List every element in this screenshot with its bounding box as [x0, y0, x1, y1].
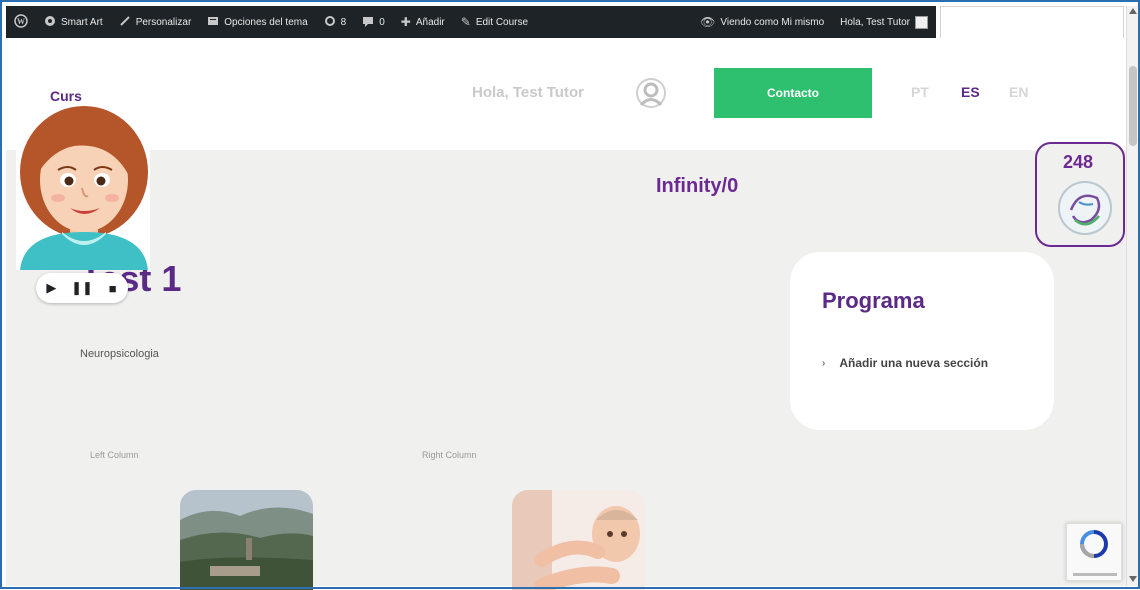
eye-icon: 👁 [700, 15, 716, 29]
language-en[interactable]: EN [1009, 84, 1028, 100]
admin-bar-comments[interactable]: 0 [354, 6, 393, 38]
admin-bar-theme-options[interactable]: Opciones del tema [199, 6, 315, 38]
admin-bar-wordpress[interactable]: W [6, 6, 36, 38]
course-subject: Neuropsicologia [80, 348, 159, 360]
brand-logo-icon [1058, 181, 1112, 235]
recaptcha-badge[interactable] [1066, 523, 1122, 581]
program-list-item[interactable]: › Añadir una nueva sección [822, 356, 1002, 370]
audio-player: ▶ ❚❚ ■ [36, 273, 128, 303]
user-avatar-icon[interactable] [636, 78, 666, 108]
wordpress-icon: W [14, 14, 28, 30]
recaptcha-footer [1073, 573, 1117, 576]
baby-image[interactable] [512, 490, 645, 590]
chevron-right-icon: › [822, 358, 826, 369]
admin-bar-greeting: Hola, Test Tutor [840, 16, 910, 28]
svg-text:W: W [17, 17, 25, 26]
counter-number: 248 [1063, 152, 1094, 172]
recaptcha-icon [1080, 530, 1108, 558]
pause-button[interactable]: ❚❚ [71, 277, 93, 299]
admin-bar-updates[interactable]: 8 [316, 6, 355, 38]
user-avatar-icon [915, 15, 928, 29]
admin-bar-add-new[interactable]: ✚ Añadir [393, 6, 453, 38]
pencil-icon: ✎ [460, 15, 471, 29]
brush-icon [119, 15, 131, 29]
scroll-thumb[interactable] [1129, 66, 1137, 146]
play-button[interactable]: ▶ [40, 277, 62, 299]
admin-bar-edit-course[interactable]: ✎ Edit Course [453, 6, 536, 38]
tutor-avatar-icon [16, 106, 150, 270]
comment-icon [362, 15, 374, 29]
header-greeting: Hola, Test Tutor [472, 84, 584, 101]
contact-button[interactable]: Contacto [714, 68, 872, 118]
admin-bar-view-as[interactable]: 👁 Viendo como Mi mismo [692, 6, 832, 38]
left-column-label: Left Column [90, 450, 139, 460]
theme-options-icon [207, 15, 219, 29]
program-card: Programa › Añadir una nueva sección [790, 252, 1054, 430]
admin-bar: W Smart Art Personalizar Opciones del te… [6, 6, 936, 38]
updates-icon [324, 15, 336, 29]
admin-bar-site[interactable]: Smart Art [36, 6, 111, 38]
landscape-image[interactable] [180, 490, 313, 590]
plus-icon: ✚ [400, 15, 411, 29]
right-column-label: Right Column [422, 450, 477, 460]
admin-bar-customize-label: Personalizar [135, 16, 192, 28]
dashboard-icon [44, 15, 56, 29]
program-item-label: Añadir una nueva sección [839, 356, 989, 370]
admin-bar-account[interactable]: Hola, Test Tutor [832, 6, 936, 38]
admin-bar-updates-count: 8 [340, 16, 347, 28]
admin-bar-view-as-label: Viendo como Mi mismo [720, 16, 825, 28]
admin-bar-add-new-label: Añadir [415, 16, 445, 28]
site-header: Curs Hola, Test Tutor Contacto PT ES EN [6, 38, 1126, 150]
program-title: Programa [822, 288, 925, 313]
scroll-down-icon[interactable] [1129, 576, 1137, 582]
admin-bar-comments-count: 0 [379, 16, 385, 28]
scroll-up-icon[interactable] [1129, 8, 1137, 14]
admin-bar-theme-options-label: Opciones del tema [224, 16, 308, 28]
language-pt[interactable]: PT [911, 84, 929, 100]
language-es[interactable]: ES [961, 84, 980, 100]
stop-button[interactable]: ■ [102, 277, 124, 299]
admin-bar-customize[interactable]: Personalizar [111, 6, 200, 38]
admin-bar-site-label: Smart Art [61, 16, 103, 28]
counter-card[interactable]: 248 [1035, 142, 1125, 247]
infinity-counter: Infinity/0 [656, 175, 739, 197]
page-scrollbar[interactable] [1126, 6, 1139, 586]
admin-bar-edit-course-label: Edit Course [475, 16, 529, 28]
